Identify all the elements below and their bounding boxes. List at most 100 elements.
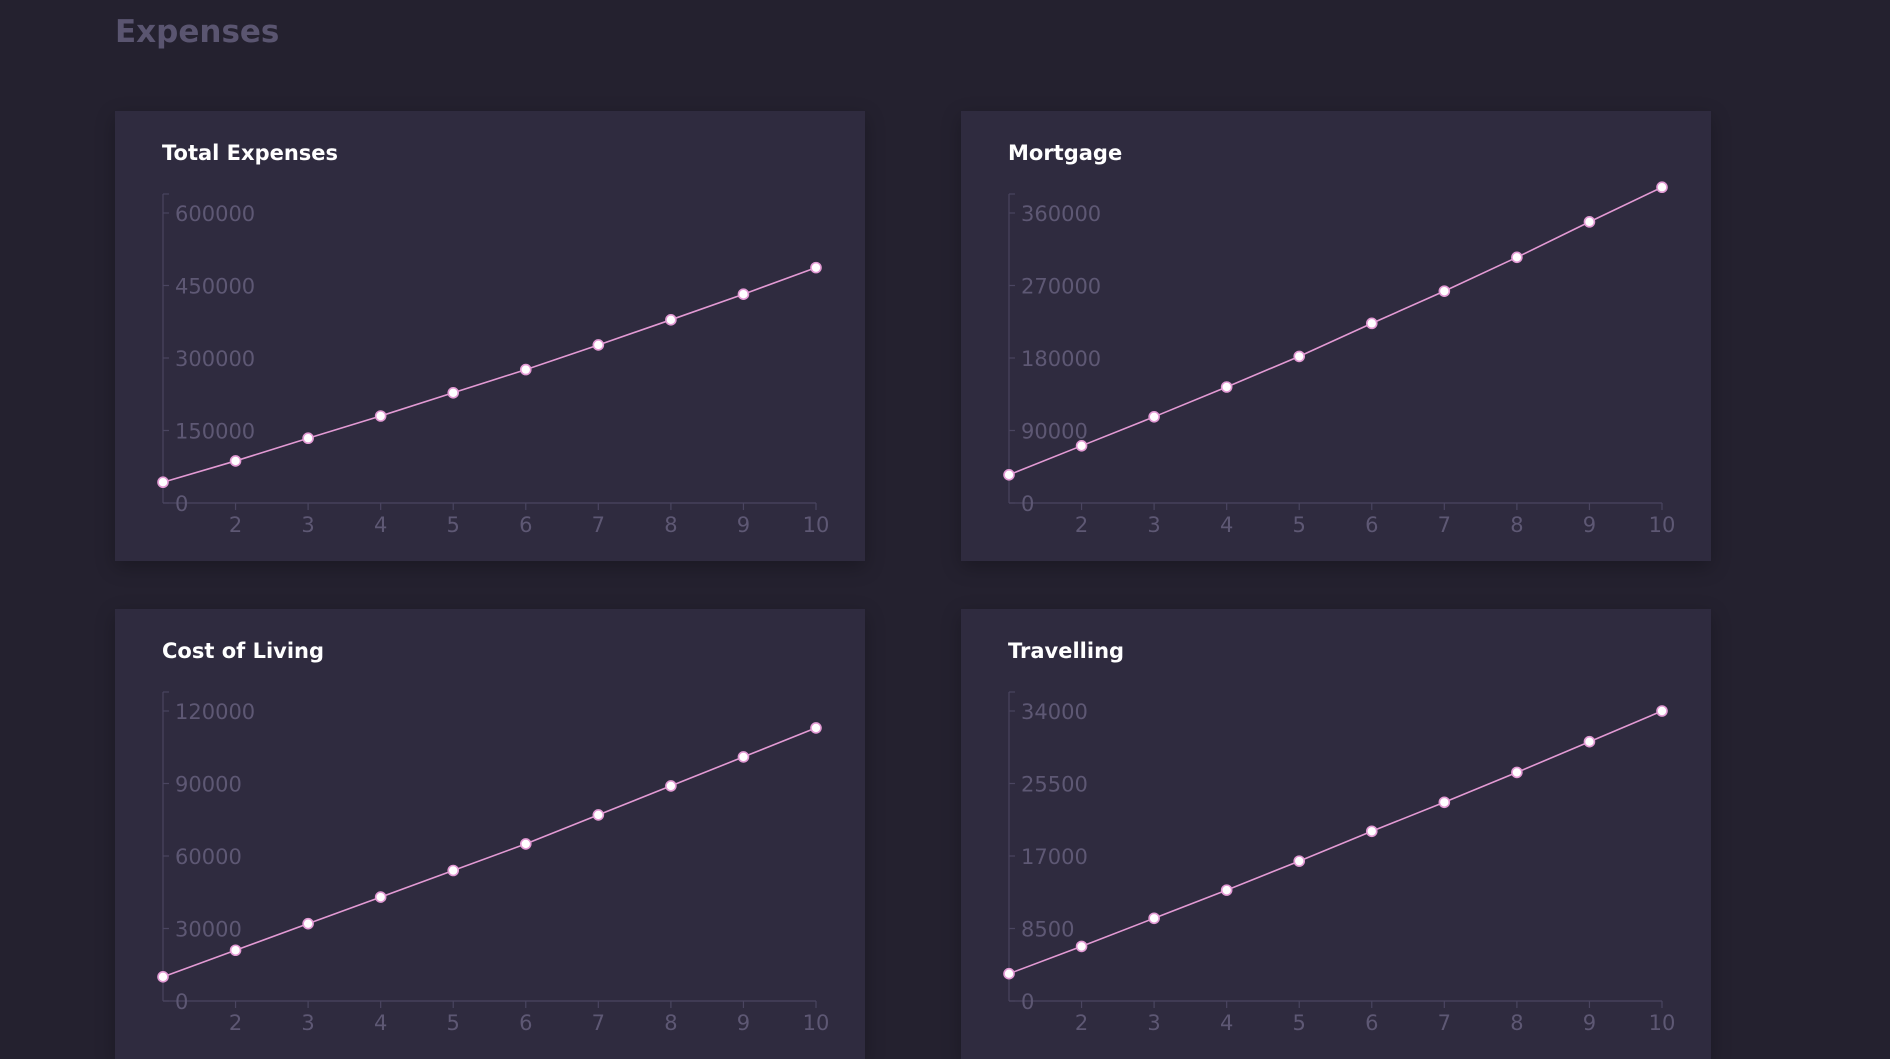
data-point[interactable] — [519, 838, 532, 850]
x-tick-label: 8 — [664, 513, 677, 537]
data-point[interactable] — [302, 917, 314, 930]
x-tick-label: 3 — [1147, 1011, 1160, 1035]
y-tick-label: 600000 — [175, 202, 255, 226]
data-point[interactable] — [374, 891, 387, 903]
x-tick-label: 7 — [1438, 513, 1451, 537]
data-point[interactable] — [1511, 251, 1523, 264]
y-tick-label: 360000 — [1021, 202, 1101, 226]
data-point[interactable] — [1365, 317, 1378, 330]
data-point[interactable] — [229, 944, 242, 957]
data-point[interactable] — [810, 722, 822, 734]
data-point[interactable] — [374, 410, 387, 422]
series-line — [1008, 710, 1663, 975]
x-tick-label: 10 — [803, 1011, 830, 1035]
data-point[interactable] — [665, 314, 677, 326]
data-point[interactable] — [1148, 912, 1160, 925]
y-tick-label: 0 — [175, 990, 188, 1014]
x-tick-label: 10 — [1649, 513, 1676, 537]
cost-of-living-chart: 0 30000 60000 90000 120000 2 3 4 5 6 7 8 9 10 — [157, 691, 830, 1035]
chart-card-total-expenses: Total Expenses 0 150000 300000 450000 600000… — [115, 111, 865, 561]
data-point[interactable] — [1365, 825, 1378, 838]
data-point[interactable] — [1656, 181, 1668, 194]
travelling-chart: 0 8500 17000 25500 34000 2 3 4 5 6 7 8 9 10 — [1003, 691, 1676, 1035]
data-point[interactable] — [302, 432, 314, 445]
data-point[interactable] — [1511, 766, 1523, 779]
x-tick-label: 5 — [1293, 1011, 1306, 1035]
x-tick-label: 7 — [592, 513, 605, 537]
data-point[interactable] — [1148, 411, 1160, 423]
data-point[interactable] — [1656, 705, 1668, 717]
x-tick-label: 4 — [1220, 1011, 1233, 1035]
data-point[interactable] — [737, 288, 750, 300]
data-point[interactable] — [157, 476, 169, 489]
x-tick-label: 2 — [229, 1011, 242, 1035]
y-tick-label: 30000 — [175, 918, 242, 942]
x-tick-label: 2 — [229, 513, 242, 537]
data-point[interactable] — [1583, 735, 1596, 748]
y-tick-label: 300000 — [175, 347, 255, 371]
chart-card-mortgage: Mortgage 0 90000 180000 270000 360000 2 3 4 5 6 7 8… — [961, 111, 1711, 561]
x-tick-label: 9 — [737, 1011, 750, 1035]
data-point[interactable] — [447, 864, 460, 877]
data-point[interactable] — [447, 386, 460, 399]
y-tick-label: 450000 — [175, 275, 255, 299]
x-tick-label: 3 — [301, 513, 314, 537]
x-tick-label: 10 — [803, 513, 830, 537]
x-tick-label: 4 — [1220, 513, 1233, 537]
y-tick-label: 90000 — [175, 773, 242, 797]
series-line — [162, 727, 817, 978]
data-point[interactable] — [1075, 940, 1088, 953]
data-point[interactable] — [229, 455, 242, 467]
x-tick-label: 8 — [664, 1011, 677, 1035]
series-line — [162, 266, 817, 483]
x-tick-label: 4 — [374, 513, 387, 537]
x-tick-label: 8 — [1510, 1011, 1523, 1035]
x-tick-label: 2 — [1075, 1011, 1088, 1035]
y-tick-label: 0 — [175, 492, 188, 516]
x-tick-label: 10 — [1649, 1011, 1676, 1035]
x-tick-label: 7 — [1438, 1011, 1451, 1035]
y-tick-label: 150000 — [175, 420, 255, 444]
x-tick-label: 3 — [301, 1011, 314, 1035]
data-point[interactable] — [1293, 855, 1306, 867]
x-tick-label: 6 — [519, 1011, 532, 1035]
data-point[interactable] — [1003, 469, 1015, 481]
data-point[interactable] — [1438, 285, 1451, 297]
data-point[interactable] — [1003, 967, 1015, 980]
data-point[interactable] — [810, 261, 822, 274]
y-tick-label: 0 — [1021, 492, 1034, 516]
x-tick-label: 5 — [1293, 513, 1306, 537]
y-tick-label: 17000 — [1021, 845, 1088, 869]
data-point[interactable] — [519, 363, 532, 376]
chart-card-travelling: Travelling 0 8500 17000 25500 34000 2 3 4 5 6 7 8 9 1… — [961, 609, 1711, 1059]
y-tick-label: 25500 — [1021, 773, 1088, 797]
data-point[interactable] — [592, 339, 605, 351]
data-point[interactable] — [1438, 796, 1451, 809]
x-tick-label: 5 — [447, 1011, 460, 1035]
y-tick-label: 0 — [1021, 990, 1034, 1014]
data-point[interactable] — [1583, 216, 1596, 228]
series-line — [1008, 186, 1663, 476]
data-point[interactable] — [1075, 440, 1088, 452]
data-point[interactable] — [157, 971, 169, 983]
data-point[interactable] — [665, 780, 677, 792]
data-point[interactable] — [592, 809, 605, 821]
data-point[interactable] — [737, 751, 750, 763]
x-tick-label: 4 — [374, 1011, 387, 1035]
y-tick-label: 90000 — [1021, 420, 1088, 444]
data-point[interactable] — [1220, 884, 1233, 896]
total-expenses-chart: 0 150000 300000 450000 600000 2 3 4 5 6 7 8 9 10 — [157, 193, 830, 537]
x-tick-label: 9 — [1583, 513, 1596, 537]
data-point[interactable] — [1293, 350, 1306, 363]
y-tick-label: 8500 — [1021, 918, 1074, 942]
data-point[interactable] — [1220, 381, 1233, 393]
chart-card-cost-of-living: Cost of Living 0 30000 60000 90000 120000 2 3 4… — [115, 609, 865, 1059]
y-tick-label: 180000 — [1021, 347, 1101, 371]
x-tick-label: 5 — [447, 513, 460, 537]
x-tick-label: 6 — [1365, 1011, 1378, 1035]
x-tick-label: 9 — [1583, 1011, 1596, 1035]
x-tick-label: 3 — [1147, 513, 1160, 537]
x-tick-label: 8 — [1510, 513, 1523, 537]
mortgage-chart: 0 90000 180000 270000 360000 2 3 4 5 6 7 8 9 10 — [1003, 181, 1676, 537]
y-tick-label: 60000 — [175, 845, 242, 869]
